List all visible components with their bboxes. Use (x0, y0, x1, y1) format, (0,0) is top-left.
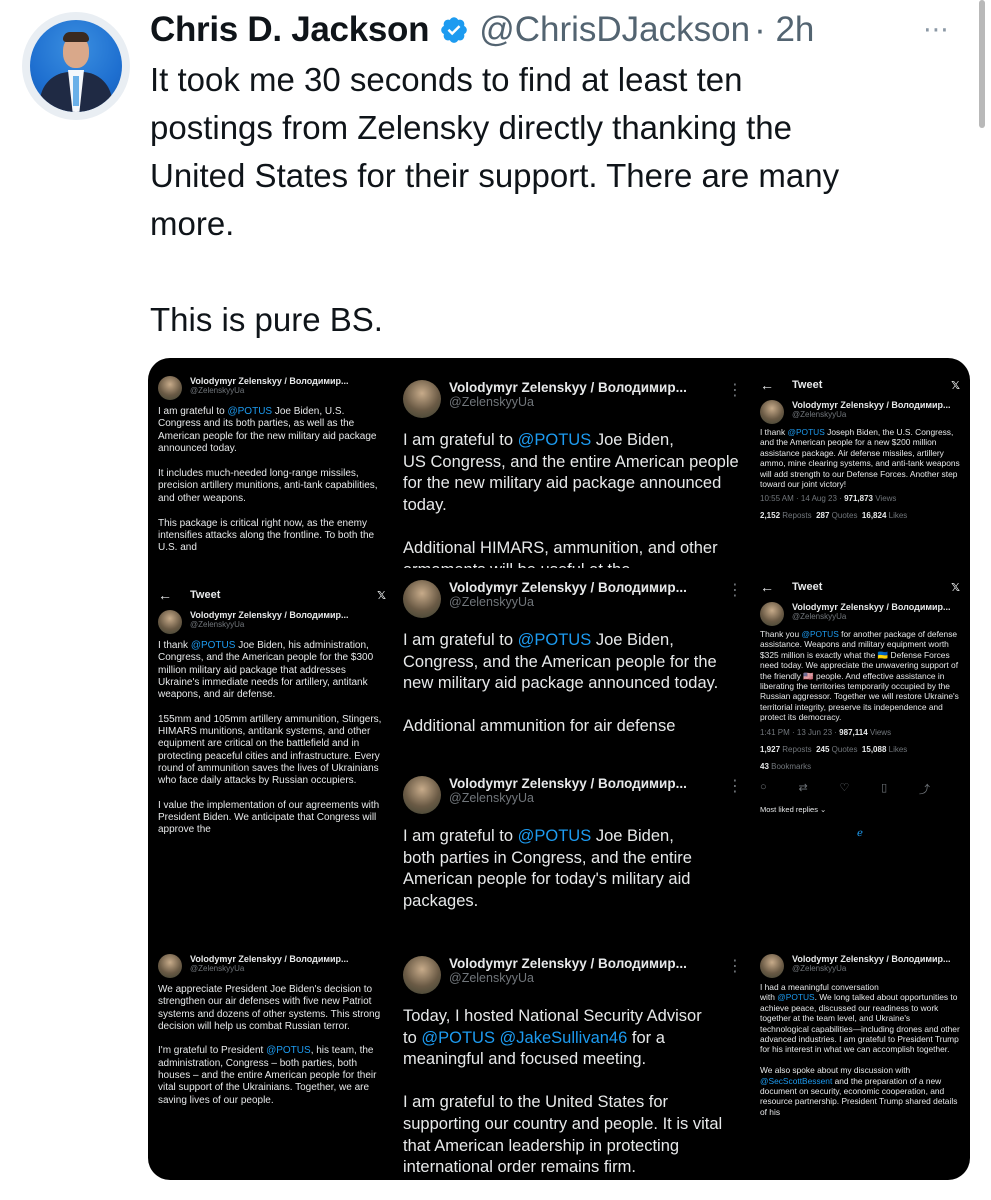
retweet-icon: ⇄ (798, 781, 808, 794)
embedded-author-name: Volodymyr Zelenskyy / Володимир... (792, 400, 951, 410)
reply-icon: ○ (760, 780, 767, 793)
embedded-author-handle: @ZelenskyyUa (792, 410, 847, 419)
zelensky-avatar (403, 380, 441, 418)
share-icon: ⤴ (919, 783, 930, 796)
embedded-tweet-5: Volodymyr Zelenskyy / Володимир... @Zele… (403, 576, 743, 746)
embedded-author-name: Volodymyr Zelenskyy / Володимир... (190, 954, 349, 964)
topbar-title: Tweet (190, 589, 221, 601)
embedded-timestamp: 10:55 AM · 14 Aug 23 · 971,873 Views (760, 494, 897, 504)
embedded-author-name: Volodymyr Zelenskyy / Володимир... (190, 376, 349, 386)
embedded-author-handle: @ZelenskyyUa (792, 964, 847, 973)
embedded-author-name: Volodymyr Zelenskyy / Володимир... (792, 602, 951, 612)
embedded-tweet-text: I thank @POTUS Joe Biden, his administra… (158, 640, 382, 836)
embedded-author-name: Volodymyr Zelenskyy / Володимир... (792, 954, 951, 964)
zelensky-avatar (760, 954, 784, 978)
avatar[interactable] (22, 12, 130, 120)
author-name[interactable]: Chris D. Jackson (150, 10, 430, 50)
embedded-tweet-text: Thank you @POTUS for another package of … (760, 629, 959, 723)
embedded-tweet-text: I am grateful to @POTUS Joe Biden, both … (403, 827, 692, 910)
embedded-more-icon: ⋮ (727, 382, 743, 399)
tweet-topbar: ← Tweet 𝕏 (760, 572, 960, 602)
embedded-tweet-text: I thank @POTUS Joseph Biden, the U.S. Co… (760, 427, 960, 490)
embedded-more-icon: ⋮ (727, 582, 743, 599)
embedded-author-handle: @ZelenskyyUa (792, 612, 847, 621)
verified-badge-icon (441, 17, 468, 43)
embedded-tweet-text: Today, I hosted National Security Adviso… (403, 1007, 723, 1172)
embedded-tweet-text: I am grateful to @POTUS Joe Biden, Congr… (403, 631, 719, 736)
embedded-more-icon: ⋮ (727, 778, 743, 795)
profile-photo (30, 20, 122, 112)
page-scrollbar[interactable] (979, 0, 985, 128)
embedded-author-handle: @ZelenskyyUa (449, 791, 534, 805)
embedded-tweet-text: I am grateful to @POTUS Joe Biden, US Co… (403, 431, 739, 568)
zelensky-avatar (760, 400, 784, 424)
embedded-tweet-10: Volodymyr Zelenskyy / Володимир... @Zele… (760, 950, 960, 1172)
topbar-title: Tweet (792, 581, 823, 593)
embedded-author-name: Volodymyr Zelenskyy / Володимир... (190, 610, 349, 620)
embedded-tweet-8: Volodymyr Zelenskyy / Володимир... @Zele… (158, 950, 386, 1168)
embedded-stats: 1,927 Reposts 245 Quotes 15,088 Likes (760, 744, 908, 754)
loading-spinner-icon: ℯ (857, 827, 863, 839)
embedded-author-name: Volodymyr Zelenskyy / Володимир... (449, 956, 687, 971)
embedded-action-row: ○ ⇄ ♡ ▯ ⤴ (760, 781, 930, 797)
author-handle[interactable]: @ChrisDJackson (479, 10, 750, 50)
x-logo-icon: 𝕏 (377, 589, 386, 602)
embedded-author-name: Volodymyr Zelenskyy / Володимир... (449, 776, 687, 791)
back-arrow-icon: ← (760, 579, 774, 595)
replies-sort: Most liked replies ⌄ (760, 804, 827, 814)
embedded-author-handle: @ZelenskyyUa (190, 620, 245, 629)
bookmark-icon: ▯ (881, 781, 888, 794)
timestamp[interactable]: · 2h (754, 10, 814, 50)
embedded-timestamp: 1:41 PM · 13 Jun 23 · 987,114 Views (760, 727, 892, 737)
embedded-tweet-text: I am grateful to @POTUS Joe Biden, U.S. … (158, 406, 378, 554)
more-options-icon[interactable]: ⋯ (923, 14, 951, 45)
tweet-topbar: ← Tweet 𝕏 (760, 370, 960, 400)
attached-image-collage[interactable]: Volodymyr Zelenskyy / Володимир... @Zele… (148, 358, 970, 1180)
tweet-text: It took me 30 seconds to find at least t… (150, 61, 840, 338)
embedded-author-handle: @ZelenskyyUa (190, 386, 245, 395)
embedded-bookmarks: 43 Bookmarks (760, 761, 812, 771)
embedded-author-handle: @ZelenskyyUa (449, 595, 534, 609)
embedded-more-icon: ⋮ (727, 958, 743, 975)
embedded-stats: 2,152 Reposts 287 Quotes 16,824 Likes (760, 511, 908, 521)
embedded-tweet-7: Volodymyr Zelenskyy / Володимир... @Zele… (403, 756, 743, 934)
topbar-title: Tweet (792, 379, 823, 391)
embedded-tweet-2: Volodymyr Zelenskyy / Володимир... @Zele… (403, 372, 743, 568)
embedded-tweet-text: We appreciate President Joe Biden's deci… (158, 984, 381, 1106)
tweet-topbar: ← Tweet 𝕏 (158, 580, 386, 610)
embedded-author-handle: @ZelenskyyUa (449, 395, 534, 409)
embedded-author-handle: @ZelenskyyUa (190, 964, 245, 973)
embedded-author-handle: @ZelenskyyUa (449, 971, 534, 985)
zelensky-avatar (158, 376, 182, 400)
embedded-author-name: Volodymyr Zelenskyy / Володимир... (449, 380, 687, 395)
embedded-tweet-9: Volodymyr Zelenskyy / Володимир... @Zele… (403, 950, 743, 1172)
embedded-author-name: Volodymyr Zelenskyy / Володимир... (449, 580, 687, 595)
back-arrow-icon: ← (158, 587, 172, 603)
zelensky-avatar (158, 954, 182, 978)
zelensky-avatar (158, 610, 182, 634)
zelensky-avatar (760, 602, 784, 626)
back-arrow-icon: ← (760, 377, 774, 393)
x-logo-icon: 𝕏 (951, 379, 960, 392)
embedded-tweet-3: ← Tweet 𝕏 Volodymyr Zelenskyy / Володими… (760, 370, 960, 562)
embedded-tweet-1: Volodymyr Zelenskyy / Володимир... @Zele… (158, 370, 386, 568)
like-icon: ♡ (839, 781, 850, 794)
embedded-tweet-6: ← Tweet 𝕏 Volodymyr Zelenskyy / Володими… (760, 572, 960, 934)
zelensky-avatar (403, 580, 441, 618)
tweet-header: Chris D. Jackson @ChrisDJackson · 2h (150, 8, 814, 52)
zelensky-avatar (403, 776, 441, 814)
embedded-tweet-text: I had a meaningful conversation with @PO… (760, 982, 960, 1117)
embedded-tweet-4: ← Tweet 𝕏 Volodymyr Zelenskyy / Володими… (158, 580, 386, 932)
zelensky-avatar (403, 956, 441, 994)
x-logo-icon: 𝕏 (951, 581, 960, 594)
